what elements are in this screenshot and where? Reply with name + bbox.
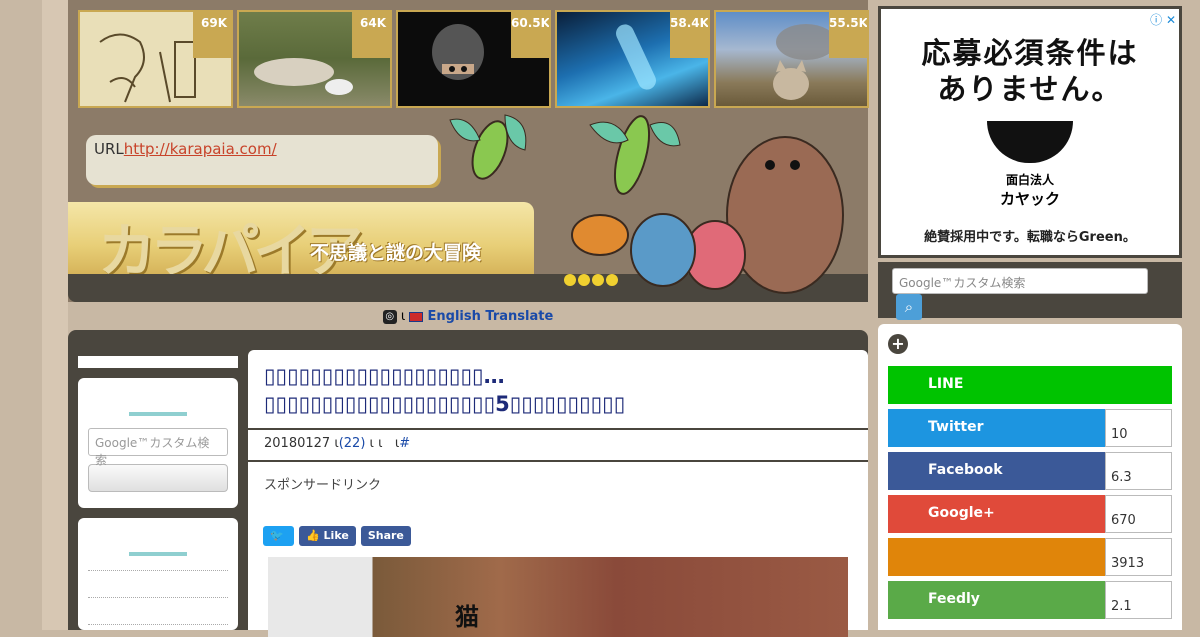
social-share-panel: + LINE Twitter 10 Facebook 6.3 Google+ 6… — [878, 324, 1182, 630]
thumbs-up-icon: 👍 — [306, 529, 320, 542]
ad-brand: 面白法人 カヤック — [881, 171, 1179, 209]
meta-separator: ι ι — [369, 436, 383, 451]
ad-brand-line1: 面白法人 — [1005, 173, 1054, 187]
view-count-badge: 58.4K — [670, 12, 708, 58]
english-translate-link[interactable]: English Translate — [428, 309, 554, 324]
twitter-share-button[interactable]: 🐦 — [263, 526, 294, 546]
social-label: Feedly — [888, 581, 1105, 619]
social-facebook[interactable]: Facebook 6.3 — [888, 452, 1172, 490]
article: ▯▯▯▯▯▯▯▯▯▯▯▯▯▯▯▯▯▯▯…▯▯▯▯▯▯▯▯▯▯▯▯▯▯▯▯▯▯▯▯… — [248, 350, 868, 637]
ad-banner[interactable]: ⓘ ✕ 応募必須条件は ありません。 面白法人 カヤック 絶賛採用中です。転職な… — [878, 6, 1182, 258]
social-twitter[interactable]: Twitter 10 — [888, 409, 1172, 447]
share-buttons: 🐦 👍 Like Share — [263, 526, 411, 546]
popular-thumbnails: 69K 64K 60.5K 58.4K 55.5K — [78, 10, 869, 108]
kayac-logo-icon — [987, 121, 1073, 163]
translate-bar: ◎ ι English Translate — [68, 304, 868, 330]
permalink-hash[interactable]: # — [399, 436, 410, 451]
social-label — [888, 538, 1105, 576]
twitter-icon: 🐦 — [270, 529, 284, 542]
uk-flag-icon — [409, 311, 424, 322]
social-google-plus[interactable]: Google+ 670 — [888, 495, 1172, 533]
article-date: 20180127 — [264, 436, 331, 451]
right-search-input[interactable]: Google™カスタム検索 — [892, 268, 1148, 294]
social-label: LINE — [888, 366, 1172, 404]
globe-icon[interactable]: ◎ — [382, 309, 397, 324]
comment-count-link[interactable]: (22) — [339, 436, 366, 451]
article-hero-image: 猫 — [268, 557, 848, 637]
view-count-badge: 64K — [352, 12, 390, 58]
social-count: 10 — [1105, 409, 1172, 447]
view-count-badge: 60.5K — [511, 12, 549, 58]
social-count: 670 — [1105, 495, 1172, 533]
left-search-button[interactable] — [88, 464, 228, 492]
search-icon[interactable]: ⌕ — [896, 294, 922, 320]
article-meta: 20180127 ι(22) ι ι ι# — [248, 430, 868, 462]
ad-choices-icon[interactable]: ⓘ ✕ — [1150, 11, 1176, 28]
ad-headline: 応募必須条件は ありません。 — [881, 9, 1179, 107]
left-search-input[interactable]: Google™カスタム検索 — [88, 428, 228, 467]
left-search-box: Google™カスタム検索 — [78, 378, 238, 508]
right-search-bar: Google™カスタム検索⌕ — [878, 262, 1182, 320]
thumbnail-hooded-face[interactable]: 60.5K — [396, 10, 551, 108]
site-url-link[interactable]: http://karapaia.com/ — [124, 140, 277, 158]
thumbnail-test-tube[interactable]: 58.4K — [555, 10, 710, 108]
sponsored-link-label: スポンサードリンク — [264, 478, 382, 493]
facebook-like-button[interactable]: 👍 Like — [299, 526, 356, 546]
url-label: URL — [94, 140, 124, 158]
article-title[interactable]: ▯▯▯▯▯▯▯▯▯▯▯▯▯▯▯▯▯▯▯…▯▯▯▯▯▯▯▯▯▯▯▯▯▯▯▯▯▯▯▯… — [248, 350, 868, 430]
social-line[interactable]: LINE — [888, 366, 1172, 404]
left-sidebar-header — [78, 356, 238, 368]
ad-brand-line2: カヤック — [999, 190, 1060, 208]
translate-separator: ι — [400, 309, 406, 324]
social-hatena[interactable]: 3913 — [888, 538, 1172, 576]
social-count: 2.1 — [1105, 581, 1172, 619]
ad-content: ⓘ ✕ 応募必須条件は ありません。 面白法人 カヤック 絶賛採用中です。転職な… — [881, 9, 1179, 255]
list-divider — [88, 624, 228, 625]
ad-headline-line2: ありません。 — [937, 72, 1123, 106]
facebook-share-button[interactable]: Share — [360, 526, 411, 546]
page-margin-left-inner — [42, 0, 68, 630]
url-bubble: URLhttp://karapaia.com/ — [86, 135, 438, 185]
left-list-box — [78, 518, 238, 630]
social-count: 3913 — [1105, 538, 1172, 576]
thumbnail-dog-lying[interactable]: 64K — [237, 10, 392, 108]
like-label: Like — [323, 529, 349, 542]
thumbnail-dog-robot[interactable]: 69K — [78, 10, 233, 108]
social-feedly[interactable]: Feedly 2.1 — [888, 581, 1172, 619]
mascot-characters-icon — [449, 114, 844, 294]
ad-footer-text: 絶賛採用中です。転職ならGreen。 — [924, 230, 1136, 245]
thumbnail-cat-volcano[interactable]: 55.5K — [714, 10, 869, 108]
photo-caption: 猫 — [455, 603, 479, 631]
social-label: Twitter — [888, 409, 1105, 447]
social-count: 6.3 — [1105, 452, 1172, 490]
social-label: Facebook — [888, 452, 1105, 490]
social-label: Google+ — [888, 495, 1105, 533]
add-icon[interactable]: + — [888, 334, 908, 354]
ad-headline-line1: 応募必須条件は — [921, 36, 1139, 70]
view-count-badge: 55.5K — [829, 12, 867, 58]
page-margin-left — [0, 0, 42, 630]
view-count-badge: 69K — [193, 12, 231, 58]
